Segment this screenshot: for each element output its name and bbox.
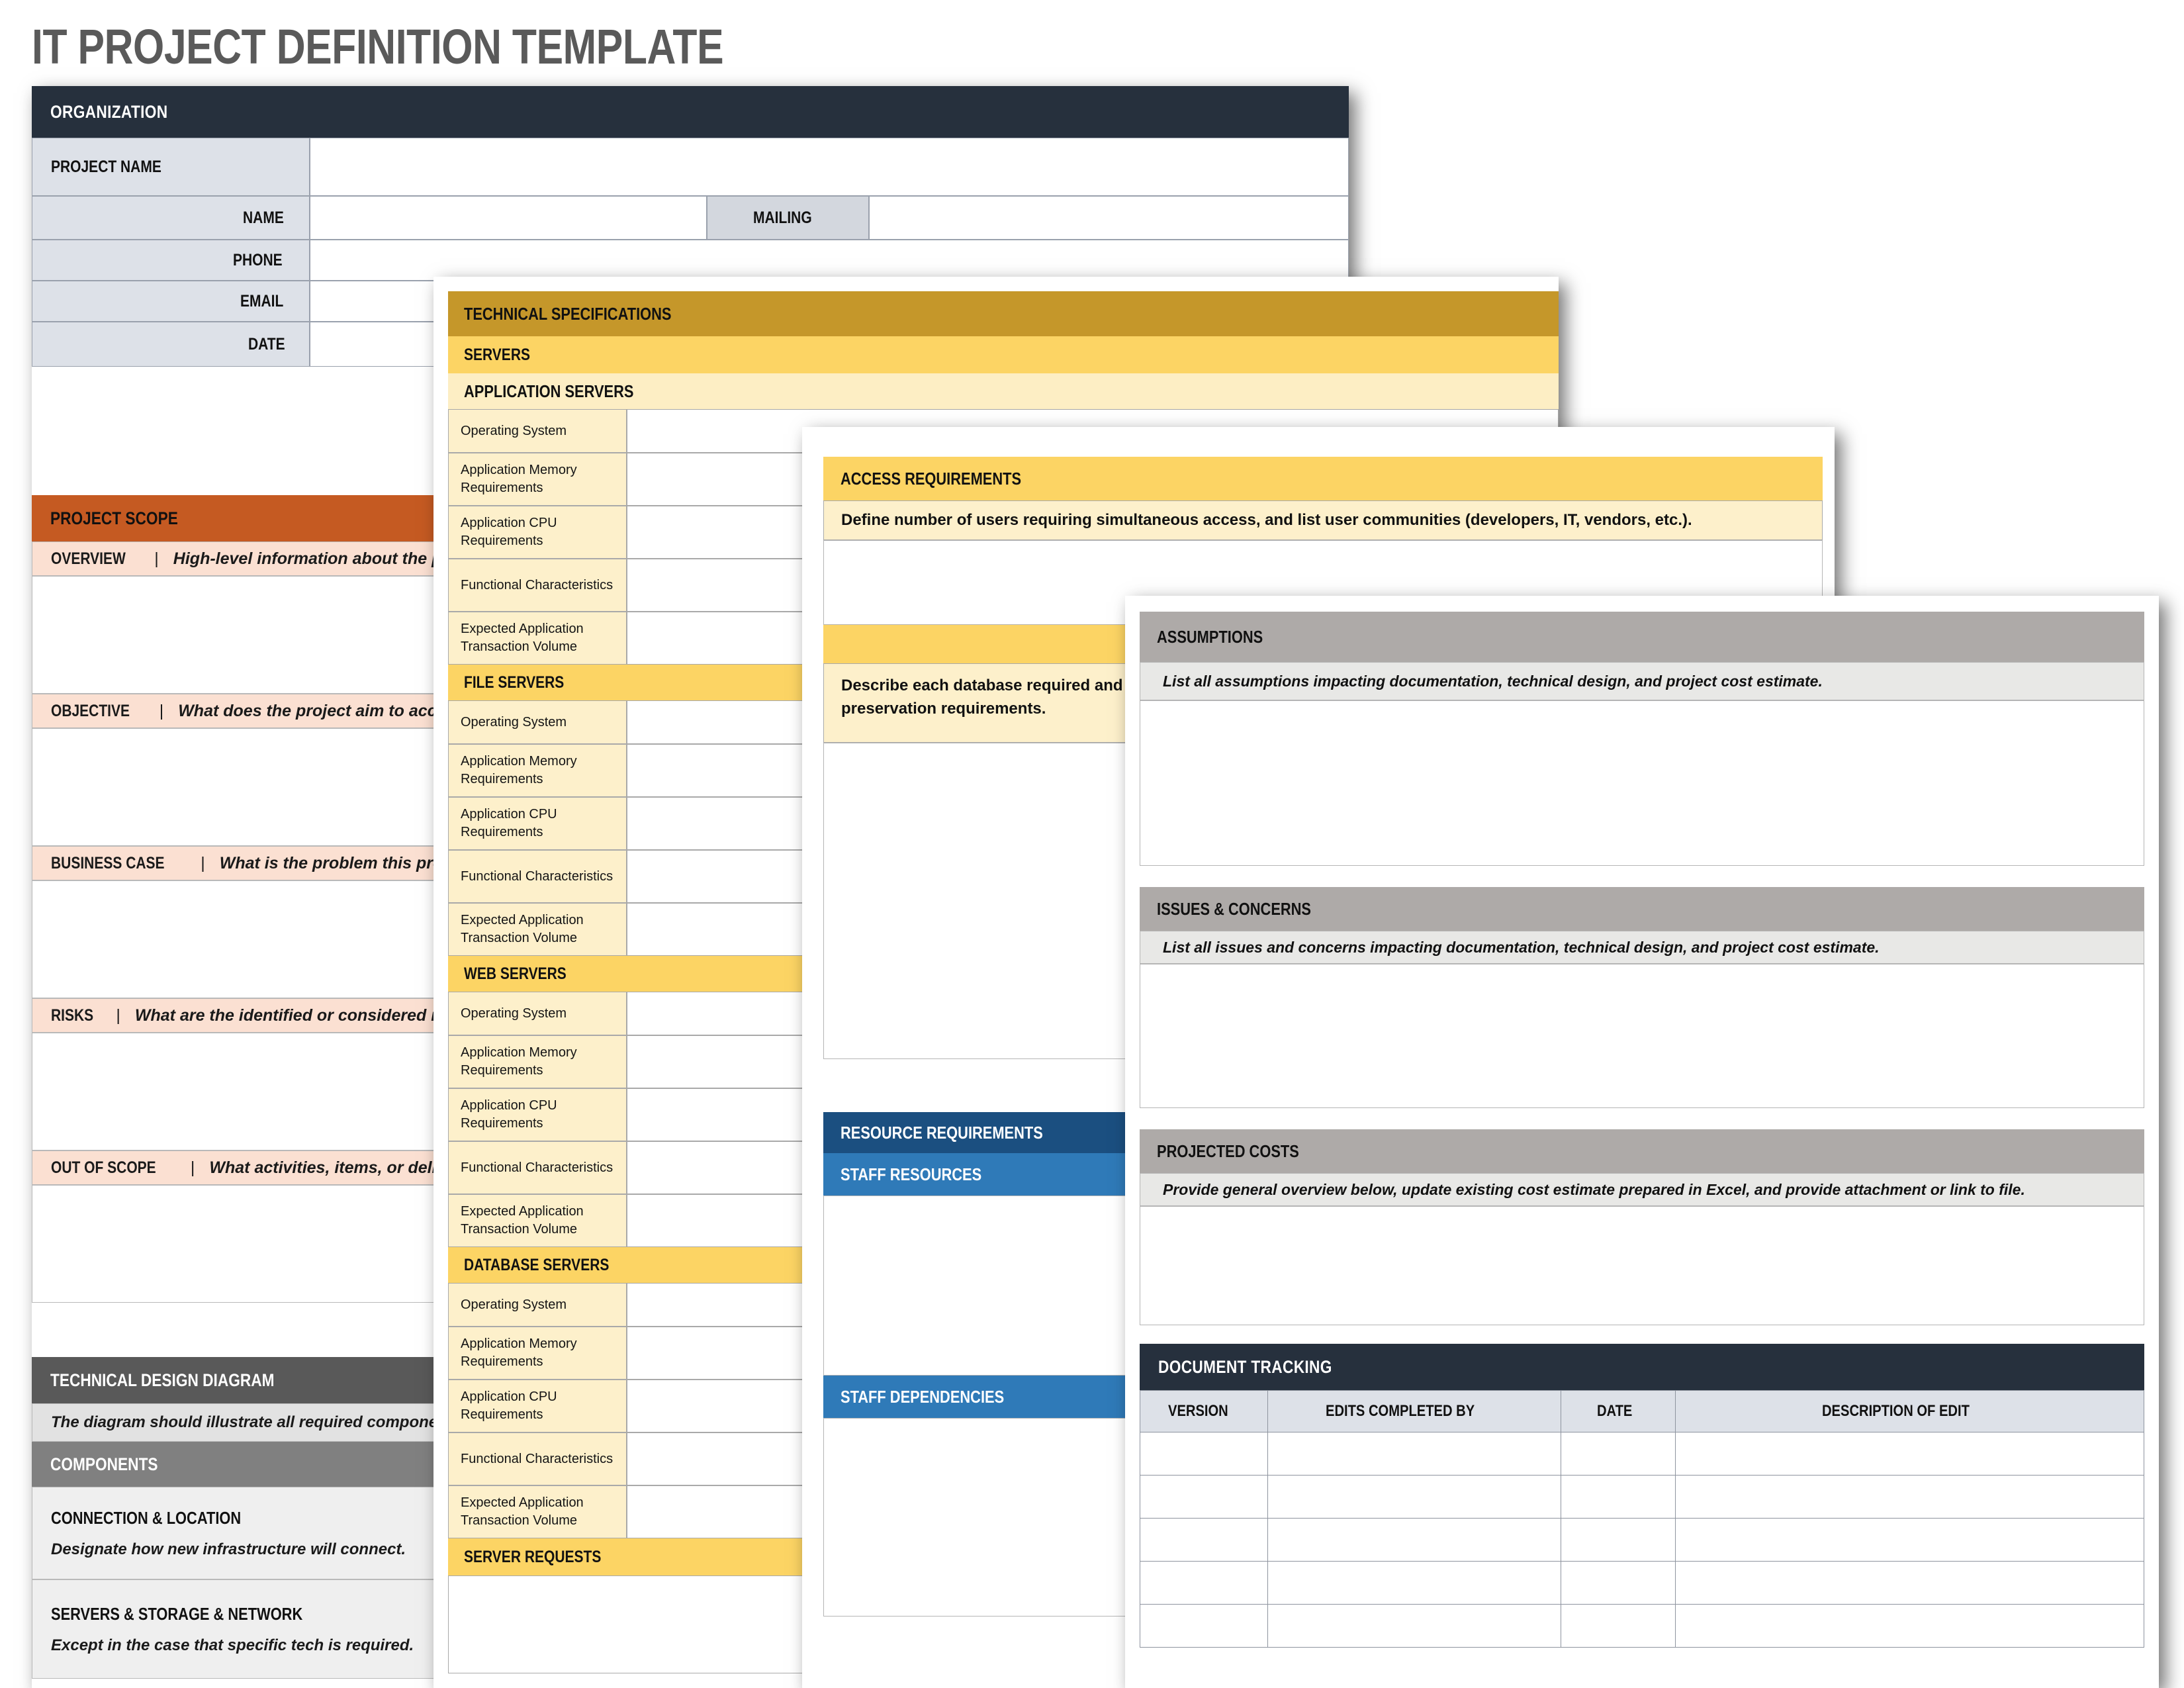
- staff-resources-header-label: STAFF RESOURCES: [841, 1164, 982, 1184]
- table-row[interactable]: [1140, 1432, 2144, 1476]
- servers-header: SERVERS: [448, 336, 1559, 373]
- table-row[interactable]: [1140, 1561, 2144, 1605]
- group-application-servers: APPLICATION SERVERS: [448, 373, 1559, 409]
- label-date: DATE: [32, 322, 310, 367]
- components-header-label: COMPONENTS: [50, 1454, 158, 1474]
- cell-date[interactable]: [1561, 1604, 1676, 1648]
- cell-date[interactable]: [1561, 1561, 1676, 1605]
- page-title: IT PROJECT DEFINITION TEMPLATE: [32, 19, 724, 74]
- access-requirements-header-label: ACCESS REQUIREMENTS: [841, 468, 1022, 489]
- label-email: EMAIL: [32, 281, 310, 322]
- technical-specifications-header-label: TECHNICAL SPECIFICATIONS: [464, 303, 672, 324]
- input-mailing[interactable]: [869, 196, 1349, 240]
- row-name: NAME MAILING: [32, 196, 1349, 240]
- cell-date[interactable]: [1561, 1475, 1676, 1519]
- document-tracking-table: VERSION EDITS COMPLETED BY DATE DESCRIPT…: [1140, 1390, 2144, 1648]
- cell-description[interactable]: [1675, 1561, 2144, 1605]
- cell-date[interactable]: [1561, 1432, 1676, 1476]
- cell-edits-completed-by[interactable]: [1267, 1432, 1561, 1476]
- card-summary: ASSUMPTIONS List all assumptions impacti…: [1125, 596, 2159, 1688]
- issues-note: List all issues and concerns impacting d…: [1140, 931, 2144, 964]
- cell-description[interactable]: [1675, 1604, 2144, 1648]
- document-tracking-header-label: DOCUMENT TRACKING: [1158, 1356, 1332, 1377]
- cell-version[interactable]: [1140, 1561, 1268, 1605]
- cell-edits-completed-by[interactable]: [1267, 1518, 1561, 1562]
- cell-edits-completed-by[interactable]: [1267, 1604, 1561, 1648]
- resource-requirements-header-label: RESOURCE REQUIREMENTS: [841, 1122, 1043, 1143]
- document-tracking-header: DOCUMENT TRACKING: [1140, 1344, 2144, 1390]
- projected-costs-input[interactable]: [1140, 1206, 2144, 1325]
- assumptions-input[interactable]: [1140, 700, 2144, 866]
- column-version: VERSION: [1140, 1390, 1268, 1432]
- label-project-name: PROJECT NAME: [32, 138, 310, 196]
- label-mailing: MAILING: [707, 196, 869, 240]
- organization-header: ORGANIZATION: [32, 86, 1349, 138]
- cell-description[interactable]: [1675, 1518, 2144, 1562]
- cell-description[interactable]: [1675, 1475, 2144, 1519]
- column-date: DATE: [1561, 1390, 1676, 1432]
- issues-header: ISSUES & CONCERNS: [1140, 887, 2144, 931]
- project-scope-header-label: PROJECT SCOPE: [50, 508, 178, 528]
- projected-costs-note: Provide general overview below, update e…: [1140, 1173, 2144, 1206]
- assumptions-header: ASSUMPTIONS: [1140, 612, 2144, 662]
- row-phone: PHONE: [32, 240, 1349, 281]
- input-name[interactable]: [310, 196, 707, 240]
- technical-design-header-label: TECHNICAL DESIGN DIAGRAM: [50, 1370, 275, 1390]
- assumptions-note: List all assumptions impacting documenta…: [1140, 662, 2144, 700]
- cell-version[interactable]: [1140, 1604, 1268, 1648]
- table-row[interactable]: [1140, 1518, 2144, 1562]
- cell-version[interactable]: [1140, 1432, 1268, 1476]
- cell-version[interactable]: [1140, 1518, 1268, 1562]
- label-phone: PHONE: [32, 240, 310, 281]
- cell-description[interactable]: [1675, 1432, 2144, 1476]
- table-row[interactable]: [1140, 1604, 2144, 1648]
- technical-specifications-header: TECHNICAL SPECIFICATIONS: [448, 291, 1559, 336]
- input-project-name[interactable]: [310, 138, 1349, 196]
- label-name: NAME: [32, 196, 310, 240]
- column-description-of-edit: DESCRIPTION OF EDIT: [1675, 1390, 2144, 1432]
- input-phone[interactable]: [310, 240, 1349, 281]
- cell-date[interactable]: [1561, 1518, 1676, 1562]
- cell-version[interactable]: [1140, 1475, 1268, 1519]
- servers-header-label: SERVERS: [464, 345, 530, 364]
- organization-header-label: ORGANIZATION: [50, 101, 168, 122]
- projected-costs-header: PROJECTED COSTS: [1140, 1129, 2144, 1173]
- issues-header-label: ISSUES & CONCERNS: [1157, 898, 1312, 919]
- projected-costs-header-label: PROJECTED COSTS: [1157, 1141, 1299, 1161]
- cell-edits-completed-by[interactable]: [1267, 1475, 1561, 1519]
- table-header-row: VERSION EDITS COMPLETED BY DATE DESCRIPT…: [1140, 1390, 2144, 1432]
- cell-edits-completed-by[interactable]: [1267, 1561, 1561, 1605]
- issues-input[interactable]: [1140, 964, 2144, 1108]
- row-project-name: PROJECT NAME: [32, 138, 1349, 196]
- table-row[interactable]: [1140, 1475, 2144, 1519]
- access-requirements-header: ACCESS REQUIREMENTS: [823, 457, 1823, 500]
- staff-dependencies-header-label: STAFF DEPENDENCIES: [841, 1386, 1005, 1407]
- column-edits-completed-by: EDITS COMPLETED BY: [1267, 1390, 1561, 1432]
- access-requirements-note: Define number of users requiring simulta…: [823, 500, 1823, 540]
- assumptions-header-label: ASSUMPTIONS: [1157, 626, 1263, 647]
